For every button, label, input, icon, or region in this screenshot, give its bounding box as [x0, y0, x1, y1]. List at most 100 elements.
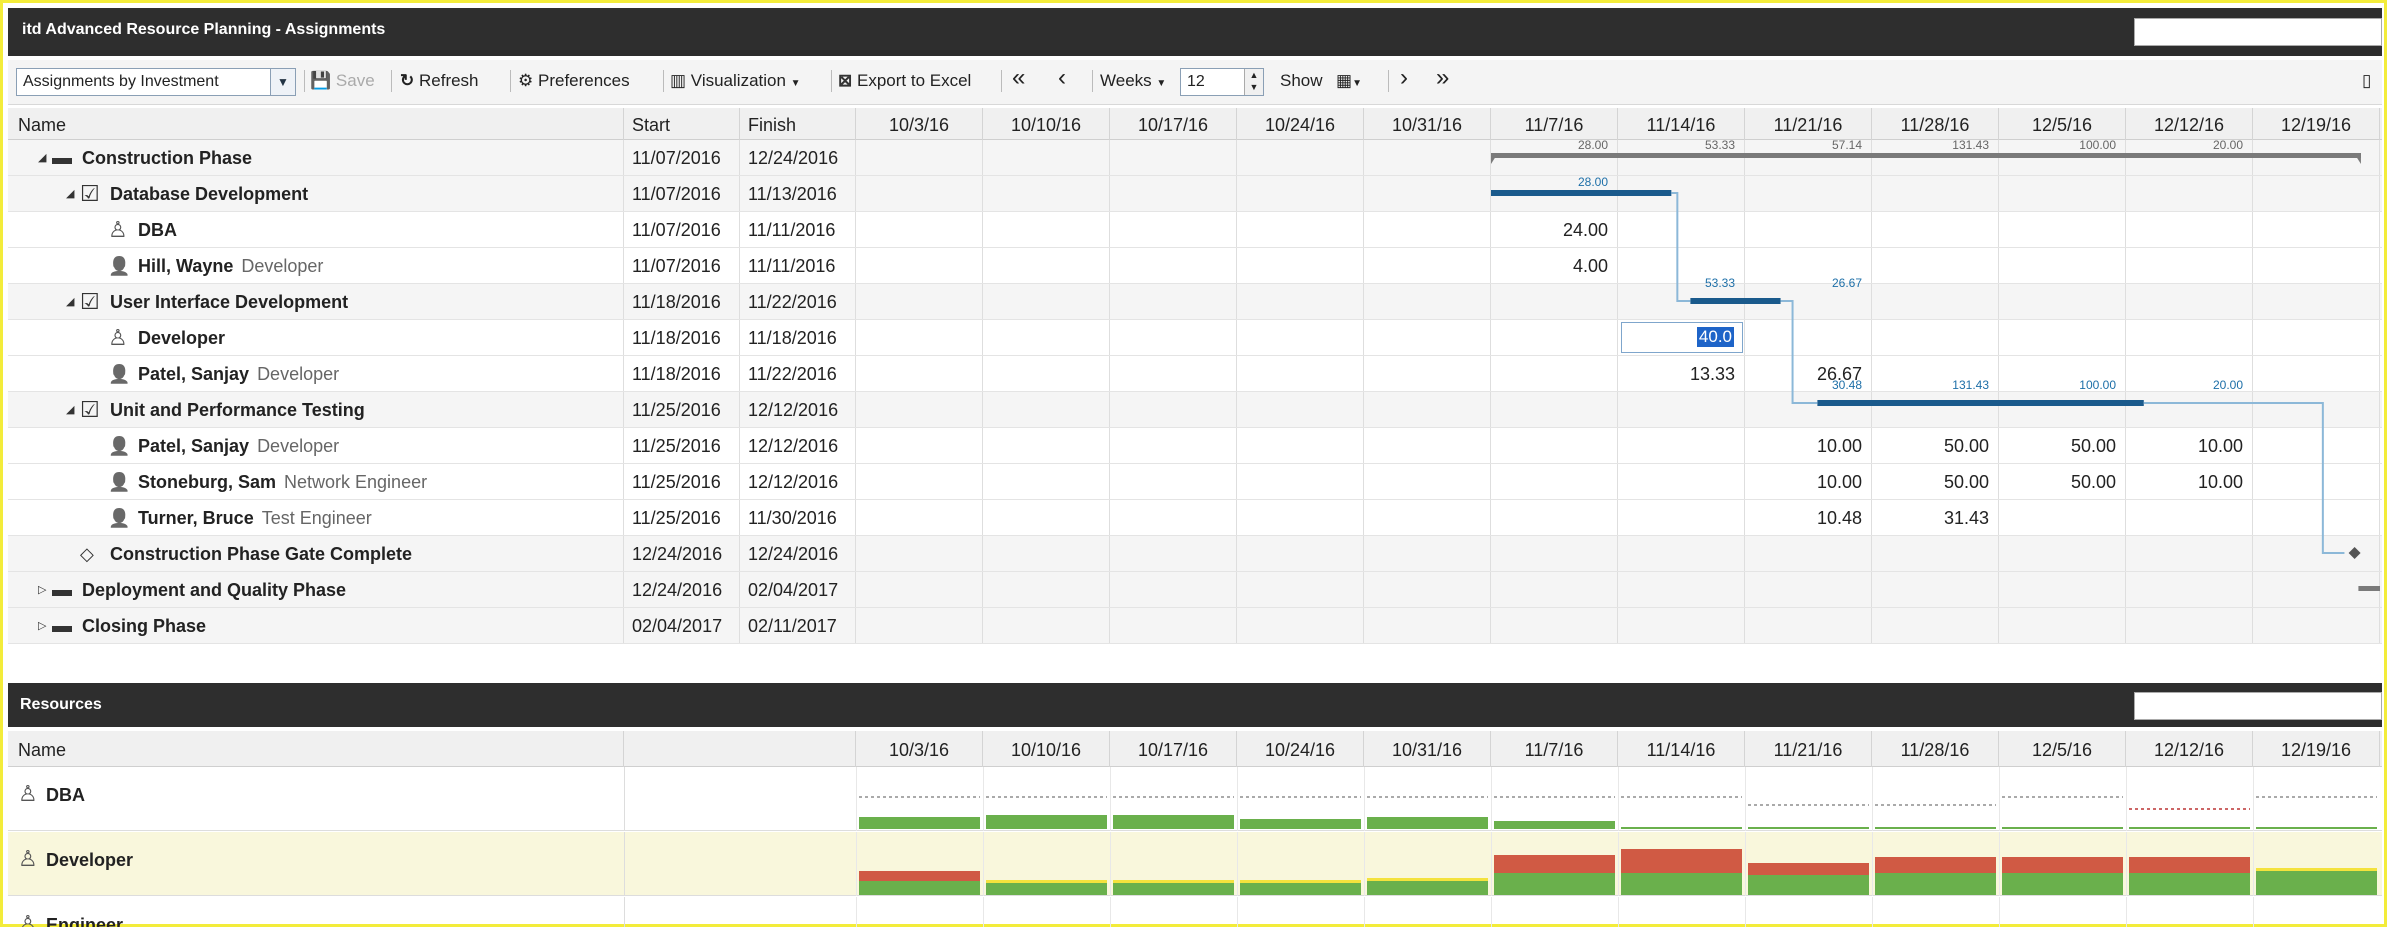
save-button[interactable]: 💾 Save [310, 68, 375, 94]
overallocation-bar [859, 871, 980, 881]
capacity-bar [2129, 827, 2250, 829]
title-search-input[interactable] [2134, 18, 2382, 46]
week-header[interactable]: 10/3/16 [856, 731, 983, 767]
finish-column-header[interactable]: Finish [740, 108, 856, 140]
save-label: Save [335, 71, 375, 90]
next-page-icon[interactable]: › [1400, 65, 1408, 91]
toolbar-divider [1388, 70, 1389, 92]
capacity-line [986, 880, 1107, 883]
capacity-bar [1113, 815, 1234, 829]
assignments-grid: Name Start Finish 10/3/16 10/10/16 10/17/1… [8, 108, 2382, 666]
allocation-bar [2256, 871, 2377, 895]
week-header[interactable]: 10/10/16 [983, 108, 1110, 140]
visualization-button[interactable]: ▥ Visualization ▼ [670, 68, 801, 94]
chevron-down-icon: ▼ [1156, 78, 1167, 89]
week-header[interactable]: 11/28/16 [1872, 731, 1999, 767]
week-header[interactable]: 12/5/16 [1999, 731, 2126, 767]
week-header[interactable]: 10/17/16 [1110, 108, 1237, 140]
toolbar-divider [1001, 70, 1002, 92]
toolbar-divider [663, 70, 664, 92]
week-header[interactable]: 11/7/16 [1491, 731, 1618, 767]
export-excel-button[interactable]: ⊠ Export to Excel [838, 68, 971, 94]
week-header[interactable]: 12/19/16 [2253, 731, 2380, 767]
period-select[interactable]: Weeks ▼ [1100, 68, 1166, 94]
refresh-label: Refresh [418, 71, 479, 90]
allocation-bar [2002, 873, 2123, 895]
capacity-line [1240, 880, 1361, 883]
week-header[interactable]: 10/31/16 [1364, 731, 1491, 767]
allocation-bar [1621, 873, 1742, 895]
dependency-line [1780, 300, 1818, 404]
resources-grid: Name 10/3/16 10/10/16 10/17/16 10/24/16 10/3… [8, 731, 2382, 927]
resource-blank-header [624, 731, 856, 767]
capacity-bar [1240, 819, 1361, 829]
week-header[interactable]: 12/12/16 [2126, 731, 2253, 767]
name-column-header[interactable]: Name [8, 108, 624, 140]
stepper-arrows-icon[interactable]: ▲ ▼ [1244, 69, 1263, 95]
milestone-marker [2348, 547, 2361, 559]
capacity-bar [986, 815, 1107, 829]
week-header[interactable]: 11/14/16 [1618, 731, 1745, 767]
allocation-bar [986, 883, 1107, 895]
capacity-bar [859, 817, 980, 829]
week-header[interactable]: 10/24/16 [1237, 731, 1364, 767]
period-count-stepper[interactable]: 12 ▲ ▼ [1180, 68, 1264, 96]
allocation-bar [1875, 873, 1996, 895]
show-calendar-button[interactable]: ▦▼ [1336, 68, 1362, 94]
save-icon: 💾 [310, 71, 332, 90]
last-page-icon[interactable]: » [1436, 65, 1449, 91]
week-header[interactable]: 10/17/16 [1110, 731, 1237, 767]
previous-page-icon[interactable]: ‹ [1058, 65, 1066, 91]
title-bar: itd Advanced Resource Planning - Assignm… [8, 8, 2382, 56]
toolbar-divider [831, 70, 832, 92]
week-header[interactable]: 12/19/16 [2253, 108, 2380, 140]
week-header[interactable]: 11/14/16 [1618, 108, 1745, 140]
view-select[interactable]: Assignments by Investment ▼ [16, 68, 296, 96]
week-header[interactable]: 11/7/16 [1491, 108, 1618, 140]
allocation-bar [1113, 883, 1234, 895]
resources-search-input[interactable] [2134, 692, 2382, 720]
week-header[interactable]: 10/31/16 [1364, 108, 1491, 140]
dependency-line [2143, 402, 2345, 554]
task-bar [1817, 400, 2144, 406]
window-title: itd Advanced Resource Planning - Assignm… [22, 21, 386, 38]
allocation-bar [1494, 873, 1615, 895]
summary-bar-start [1491, 153, 1498, 164]
week-header[interactable]: 11/28/16 [1872, 108, 1999, 140]
week-header[interactable]: 12/5/16 [1999, 108, 2126, 140]
toolbar-divider [510, 70, 511, 92]
overallocation-bar [1621, 849, 1742, 873]
chevron-down-icon: ▼ [1352, 78, 1362, 89]
capacity-bar [1748, 827, 1869, 829]
capacity-bar [1367, 817, 1488, 829]
panel-toggle-icon[interactable]: ▯ [2362, 68, 2371, 94]
view-select-value: Assignments by Investment [23, 73, 219, 90]
assignments-body: Design Phase09/09/201611/01/2016◢▬Constr… [8, 140, 2382, 666]
chevron-down-icon: ▼ [790, 78, 801, 89]
week-header[interactable]: 11/21/16 [1745, 731, 1872, 767]
overallocation-bar [2129, 857, 2250, 873]
toolbar: Assignments by Investment ▼ 💾 Save ↻ Ref… [8, 60, 2382, 105]
week-header[interactable]: 11/21/16 [1745, 108, 1872, 140]
chevron-down-icon[interactable]: ▼ [270, 69, 295, 95]
first-page-icon[interactable]: « [1012, 65, 1025, 91]
capacity-line [1367, 878, 1488, 881]
excel-icon: ⊠ [838, 71, 853, 90]
week-header[interactable]: 10/10/16 [983, 731, 1110, 767]
start-column-header[interactable]: Start [624, 108, 740, 140]
week-header[interactable]: 12/12/16 [2126, 108, 2253, 140]
week-header[interactable]: 10/24/16 [1237, 108, 1364, 140]
week-header[interactable]: 10/3/16 [856, 108, 983, 140]
resource-name-header[interactable]: Name [8, 731, 624, 767]
toolbar-divider [1092, 70, 1093, 92]
allocation-bar [1240, 883, 1361, 895]
refresh-button[interactable]: ↻ Refresh [400, 68, 479, 94]
assignments-header: Name Start Finish 10/3/16 10/10/16 10/17/1… [8, 108, 2382, 140]
capacity-bar [1621, 827, 1742, 829]
period-label: Weeks [1100, 71, 1152, 90]
capacity-bar [1875, 827, 1996, 829]
preferences-button[interactable]: ⚙ Preferences [518, 68, 630, 94]
allocation-bar [859, 881, 980, 895]
overallocation-bar [2002, 857, 2123, 873]
toolbar-divider [391, 70, 392, 92]
